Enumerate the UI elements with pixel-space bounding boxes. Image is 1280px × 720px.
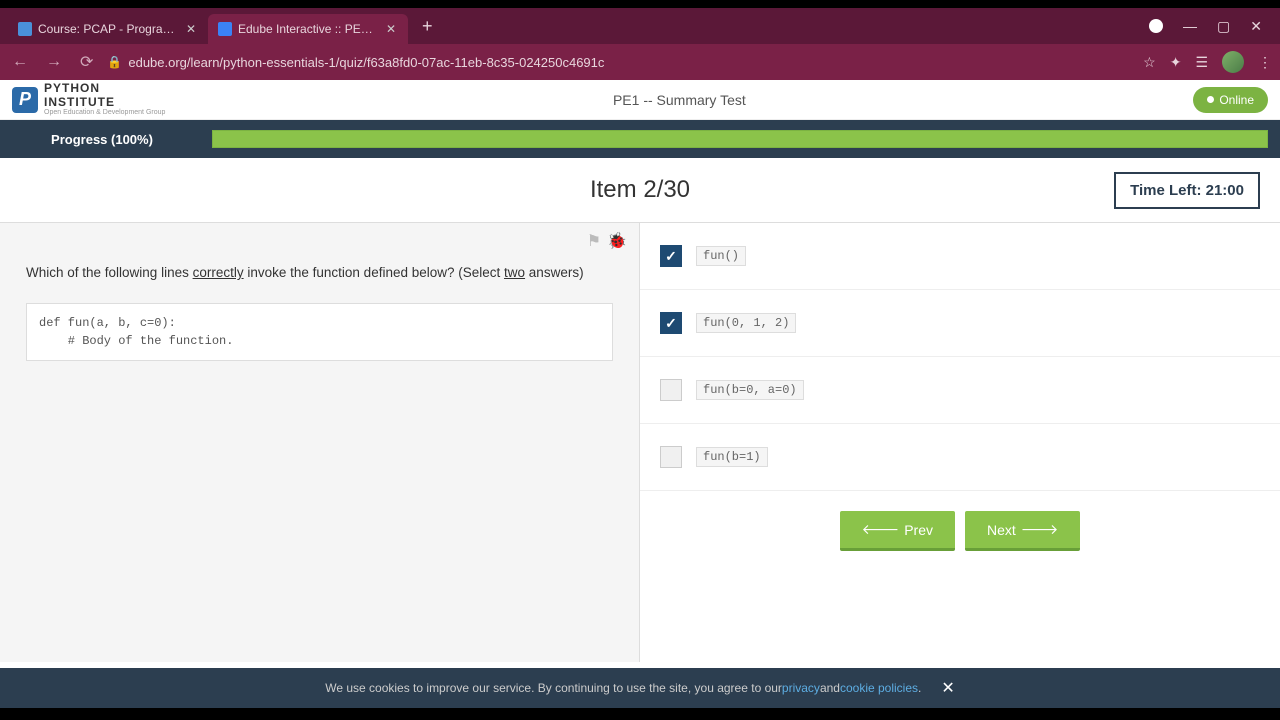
cookie-banner: We use cookies to improve our service. B… (0, 668, 1280, 708)
tab-title: Edube Interactive :: PE1 -- Summ (238, 22, 378, 36)
browser-tab-0[interactable]: Course: PCAP - Programming Es ✕ (8, 14, 208, 44)
browser-tab-1[interactable]: Edube Interactive :: PE1 -- Summ ✕ (208, 14, 408, 44)
tab-title: Course: PCAP - Programming Es (38, 22, 178, 36)
logo[interactable]: P PYTHON INSTITUTE Open Education & Deve… (12, 82, 165, 116)
maximize-icon[interactable]: ▢ (1217, 18, 1230, 35)
url-text: edube.org/learn/python-essentials-1/quiz… (128, 55, 604, 70)
address-bar: ← → ⟳ 🔒 edube.org/learn/python-essential… (0, 44, 1280, 80)
option-code: fun() (696, 246, 746, 266)
close-icon[interactable]: ✕ (184, 22, 198, 36)
forward-icon[interactable]: → (42, 49, 66, 75)
close-window-icon[interactable]: ✕ (1250, 18, 1262, 35)
progress-bar (212, 130, 1268, 148)
time-left: Time Left: 21:00 (1114, 172, 1260, 209)
option-code: fun(0, 1, 2) (696, 313, 796, 333)
close-icon[interactable]: ✕ (384, 22, 398, 36)
question-text: Which of the following lines correctly i… (0, 223, 639, 295)
favicon-icon (18, 22, 32, 36)
answer-pane: fun() fun(0, 1, 2) fun(b=0, a=0) fun(b=1… (640, 223, 1280, 662)
privacy-link[interactable]: privacy (782, 681, 820, 695)
menu-icon[interactable]: ⋮ (1258, 54, 1272, 71)
option-checkbox-1[interactable] (660, 312, 682, 334)
extensions-icon[interactable]: ✦ (1170, 54, 1182, 71)
tab-bar: Course: PCAP - Programming Es ✕ Edube In… (0, 8, 1280, 44)
url-input[interactable]: 🔒 edube.org/learn/python-essentials-1/qu… (107, 55, 1133, 70)
bug-icon[interactable]: 🐞 (607, 231, 627, 251)
option-row[interactable]: fun(0, 1, 2) (640, 290, 1280, 357)
next-button[interactable]: Next 🡒 (965, 511, 1080, 551)
profile-avatar[interactable] (1222, 51, 1244, 73)
option-code: fun(b=1) (696, 447, 768, 467)
question-pane: ⚑ 🐞 Which of the following lines correct… (0, 223, 640, 662)
item-title: Item 2/30 (20, 176, 1260, 204)
new-tab-button[interactable]: + (416, 16, 439, 37)
online-status-button[interactable]: Online (1193, 87, 1268, 113)
option-checkbox-0[interactable] (660, 245, 682, 267)
progress-label: Progress (100%) (12, 132, 192, 147)
progress-section: Progress (100%) (0, 120, 1280, 158)
option-checkbox-3[interactable] (660, 446, 682, 468)
page-header: P PYTHON INSTITUTE Open Education & Deve… (0, 80, 1280, 120)
option-row[interactable]: fun() (640, 223, 1280, 290)
reading-list-icon[interactable]: ☰ (1195, 54, 1208, 71)
option-code: fun(b=0, a=0) (696, 380, 804, 400)
favicon-icon (218, 22, 232, 36)
question-code: def fun(a, b, c=0): # Body of the functi… (26, 303, 613, 361)
reload-icon[interactable]: ⟳ (76, 48, 97, 76)
minimize-icon[interactable]: — (1183, 18, 1197, 34)
back-icon[interactable]: ← (8, 49, 32, 75)
option-checkbox-2[interactable] (660, 379, 682, 401)
page-title: PE1 -- Summary Test (165, 92, 1193, 108)
option-row[interactable]: fun(b=0, a=0) (640, 357, 1280, 424)
item-header: Item 2/30 Time Left: 21:00 (0, 158, 1280, 222)
lock-icon: 🔒 (107, 55, 122, 69)
star-icon[interactable]: ☆ (1143, 54, 1156, 71)
account-icon[interactable] (1149, 19, 1163, 33)
logo-icon: P (12, 87, 38, 113)
flag-icon[interactable]: ⚑ (587, 231, 601, 251)
prev-button[interactable]: 🡐 Prev (840, 511, 955, 551)
option-row[interactable]: fun(b=1) (640, 424, 1280, 491)
progress-bar-fill (213, 131, 1267, 147)
cookie-policies-link[interactable]: cookie policies (840, 681, 918, 695)
cookie-close-icon[interactable]: ✕ (941, 678, 954, 698)
